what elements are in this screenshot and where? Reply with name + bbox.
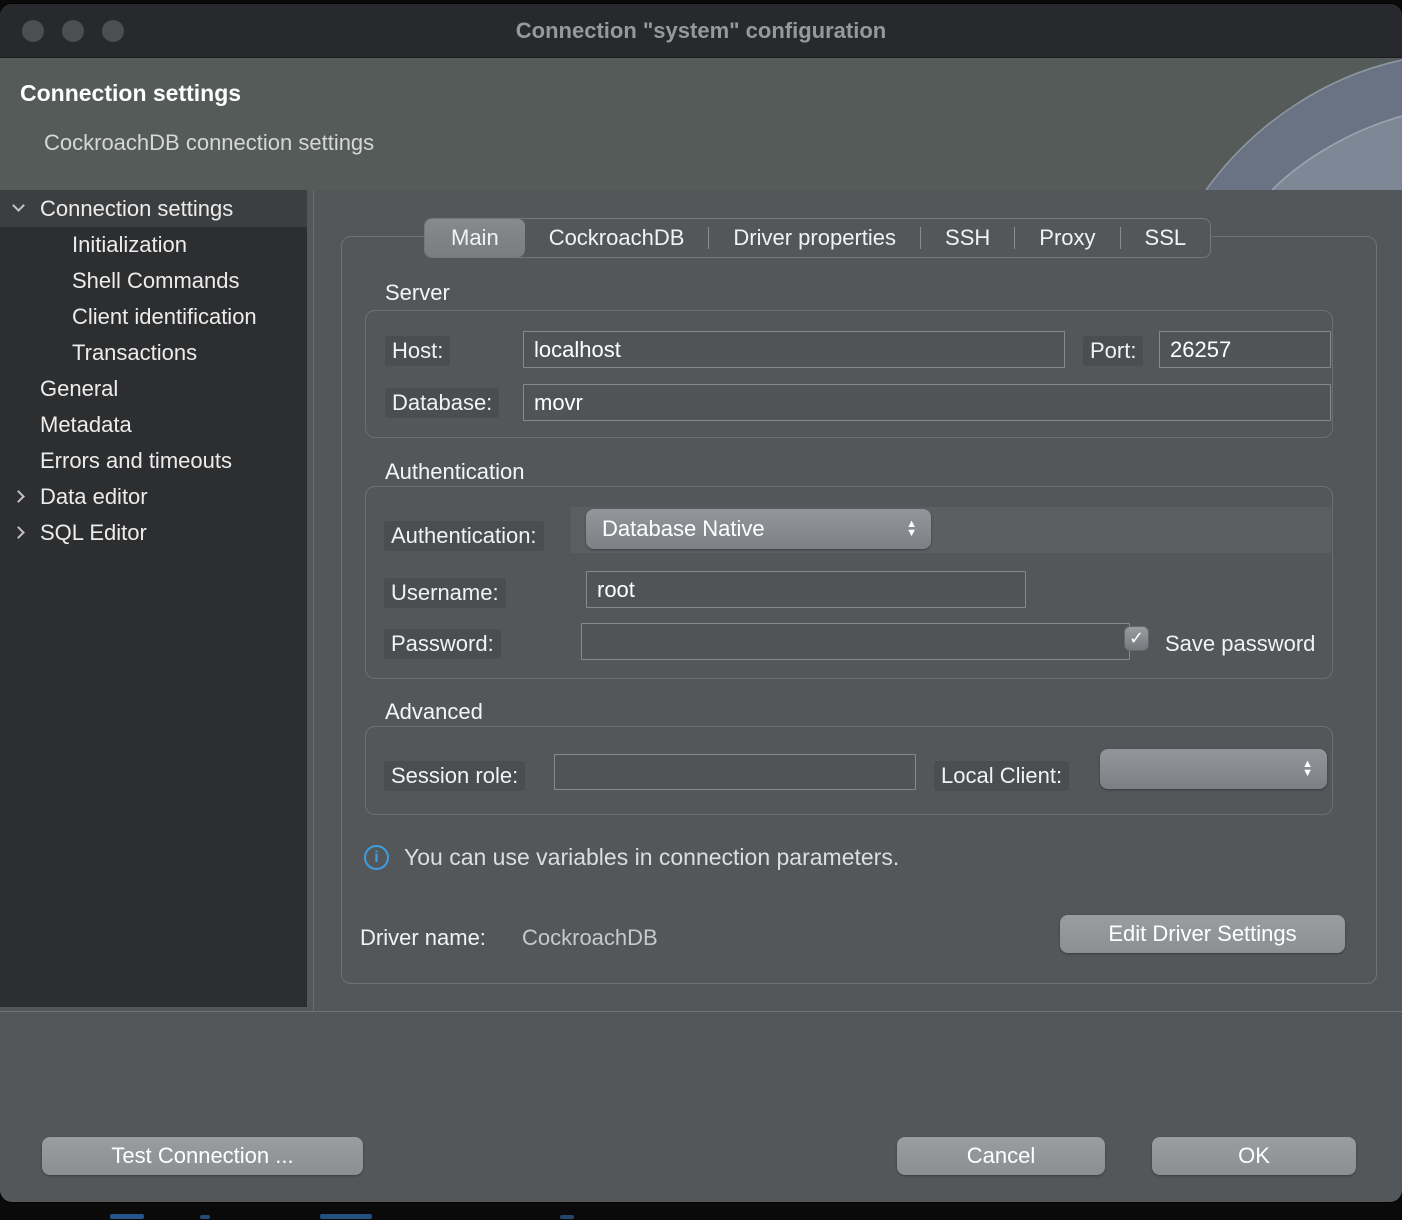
driver-name-value: CockroachDB <box>522 925 658 951</box>
page-title: Connection settings <box>20 80 241 107</box>
tree-item-initialization[interactable]: Initialization <box>0 227 307 263</box>
tree-item-label: Initialization <box>72 232 187 258</box>
server-group-label: Server <box>385 280 450 306</box>
traffic-lights <box>22 20 124 42</box>
authentication-select[interactable]: Database Native ▲▼ <box>586 509 931 549</box>
background-glyph <box>320 1214 372 1219</box>
tree-item-connection-settings[interactable]: Connection settings <box>0 190 307 227</box>
tree-item-data-editor[interactable]: Data editor <box>0 479 307 515</box>
driver-name-label: Driver name: <box>360 925 486 951</box>
tree-item-client-identification[interactable]: Client identification <box>0 299 307 335</box>
host-input[interactable] <box>523 331 1065 368</box>
database-label: Database: <box>385 388 499 418</box>
advanced-group-label: Advanced <box>385 699 483 725</box>
authentication-selected-value: Database Native <box>602 516 765 542</box>
page-subtitle: CockroachDB connection settings <box>44 130 374 156</box>
connection-config-dialog: Connection "system" configuration Connec… <box>0 4 1402 1202</box>
save-password-checkbox[interactable]: ✓ <box>1124 626 1149 651</box>
tab-bar: Main CockroachDB Driver properties SSH P… <box>424 218 1211 258</box>
tree-item-label: Client identification <box>72 304 257 330</box>
window-title: Connection "system" configuration <box>516 18 886 44</box>
chevron-right-icon[interactable] <box>12 490 25 503</box>
tree-item-label: SQL Editor <box>40 520 147 546</box>
header-decoration-arcs <box>1152 58 1402 190</box>
desktop-background-sliver <box>0 1202 1402 1220</box>
tab-proxy[interactable]: Proxy <box>1015 219 1119 257</box>
combo-updown-icon: ▲▼ <box>1302 760 1313 778</box>
sidebar-divider <box>313 190 314 1011</box>
minimize-window-icon[interactable] <box>62 20 84 42</box>
tree-item-errors-and-timeouts[interactable]: Errors and timeouts <box>0 443 307 479</box>
footer-divider <box>0 1011 1402 1012</box>
tree-item-sql-editor[interactable]: SQL Editor <box>0 515 307 551</box>
session-role-label: Session role: <box>384 761 525 791</box>
titlebar[interactable]: Connection "system" configuration <box>0 4 1402 58</box>
checkmark-icon: ✓ <box>1129 628 1144 649</box>
dialog-header: Connection settings CockroachDB connecti… <box>0 58 1402 190</box>
authentication-group-label: Authentication <box>385 459 524 485</box>
tree-item-shell-commands[interactable]: Shell Commands <box>0 263 307 299</box>
save-password-label: Save password <box>1158 629 1322 659</box>
tree-item-label: Shell Commands <box>72 268 240 294</box>
chevron-right-icon[interactable] <box>12 526 25 539</box>
tree-item-label: Metadata <box>40 412 132 438</box>
tree-item-metadata[interactable]: Metadata <box>0 407 307 443</box>
password-label: Password: <box>384 629 501 659</box>
test-connection-button[interactable]: Test Connection ... <box>42 1137 363 1175</box>
port-input[interactable] <box>1159 331 1331 368</box>
edit-driver-settings-button[interactable]: Edit Driver Settings <box>1060 915 1345 953</box>
tree-item-label: Data editor <box>40 484 148 510</box>
tab-ssl[interactable]: SSL <box>1121 219 1211 257</box>
maximize-window-icon[interactable] <box>102 20 124 42</box>
tab-driver-properties[interactable]: Driver properties <box>709 219 920 257</box>
tab-ssh[interactable]: SSH <box>921 219 1014 257</box>
tab-cockroachdb[interactable]: CockroachDB <box>525 219 709 257</box>
tree-item-transactions[interactable]: Transactions <box>0 335 307 371</box>
tree-item-label: Transactions <box>72 340 197 366</box>
close-window-icon[interactable] <box>22 20 44 42</box>
authentication-label: Authentication: <box>384 521 544 551</box>
tab-main[interactable]: Main <box>425 219 525 257</box>
port-label: Port: <box>1083 336 1143 366</box>
username-input[interactable] <box>586 571 1026 608</box>
local-client-select[interactable]: ▲▼ <box>1100 749 1327 789</box>
cancel-button[interactable]: Cancel <box>897 1137 1105 1175</box>
database-input[interactable] <box>523 384 1331 421</box>
background-glyph <box>110 1214 144 1219</box>
local-client-label: Local Client: <box>934 761 1069 791</box>
host-label: Host: <box>385 336 450 366</box>
tree-item-general[interactable]: General <box>0 371 307 407</box>
ok-button[interactable]: OK <box>1152 1137 1356 1175</box>
background-glyph <box>560 1215 574 1219</box>
password-input[interactable] <box>581 623 1130 660</box>
username-label: Username: <box>384 578 506 608</box>
combo-updown-icon: ▲▼ <box>906 520 917 538</box>
variables-hint-text: You can use variables in connection para… <box>404 844 899 871</box>
tree-item-label: Connection settings <box>40 196 233 222</box>
session-role-input[interactable] <box>554 754 916 790</box>
background-glyph <box>200 1215 210 1219</box>
chevron-down-icon[interactable] <box>12 199 25 212</box>
tree-item-label: Errors and timeouts <box>40 448 232 474</box>
settings-tree: Connection settings Initialization Shell… <box>0 190 307 1007</box>
tree-item-label: General <box>40 376 118 402</box>
info-circle-icon: i <box>364 845 389 870</box>
